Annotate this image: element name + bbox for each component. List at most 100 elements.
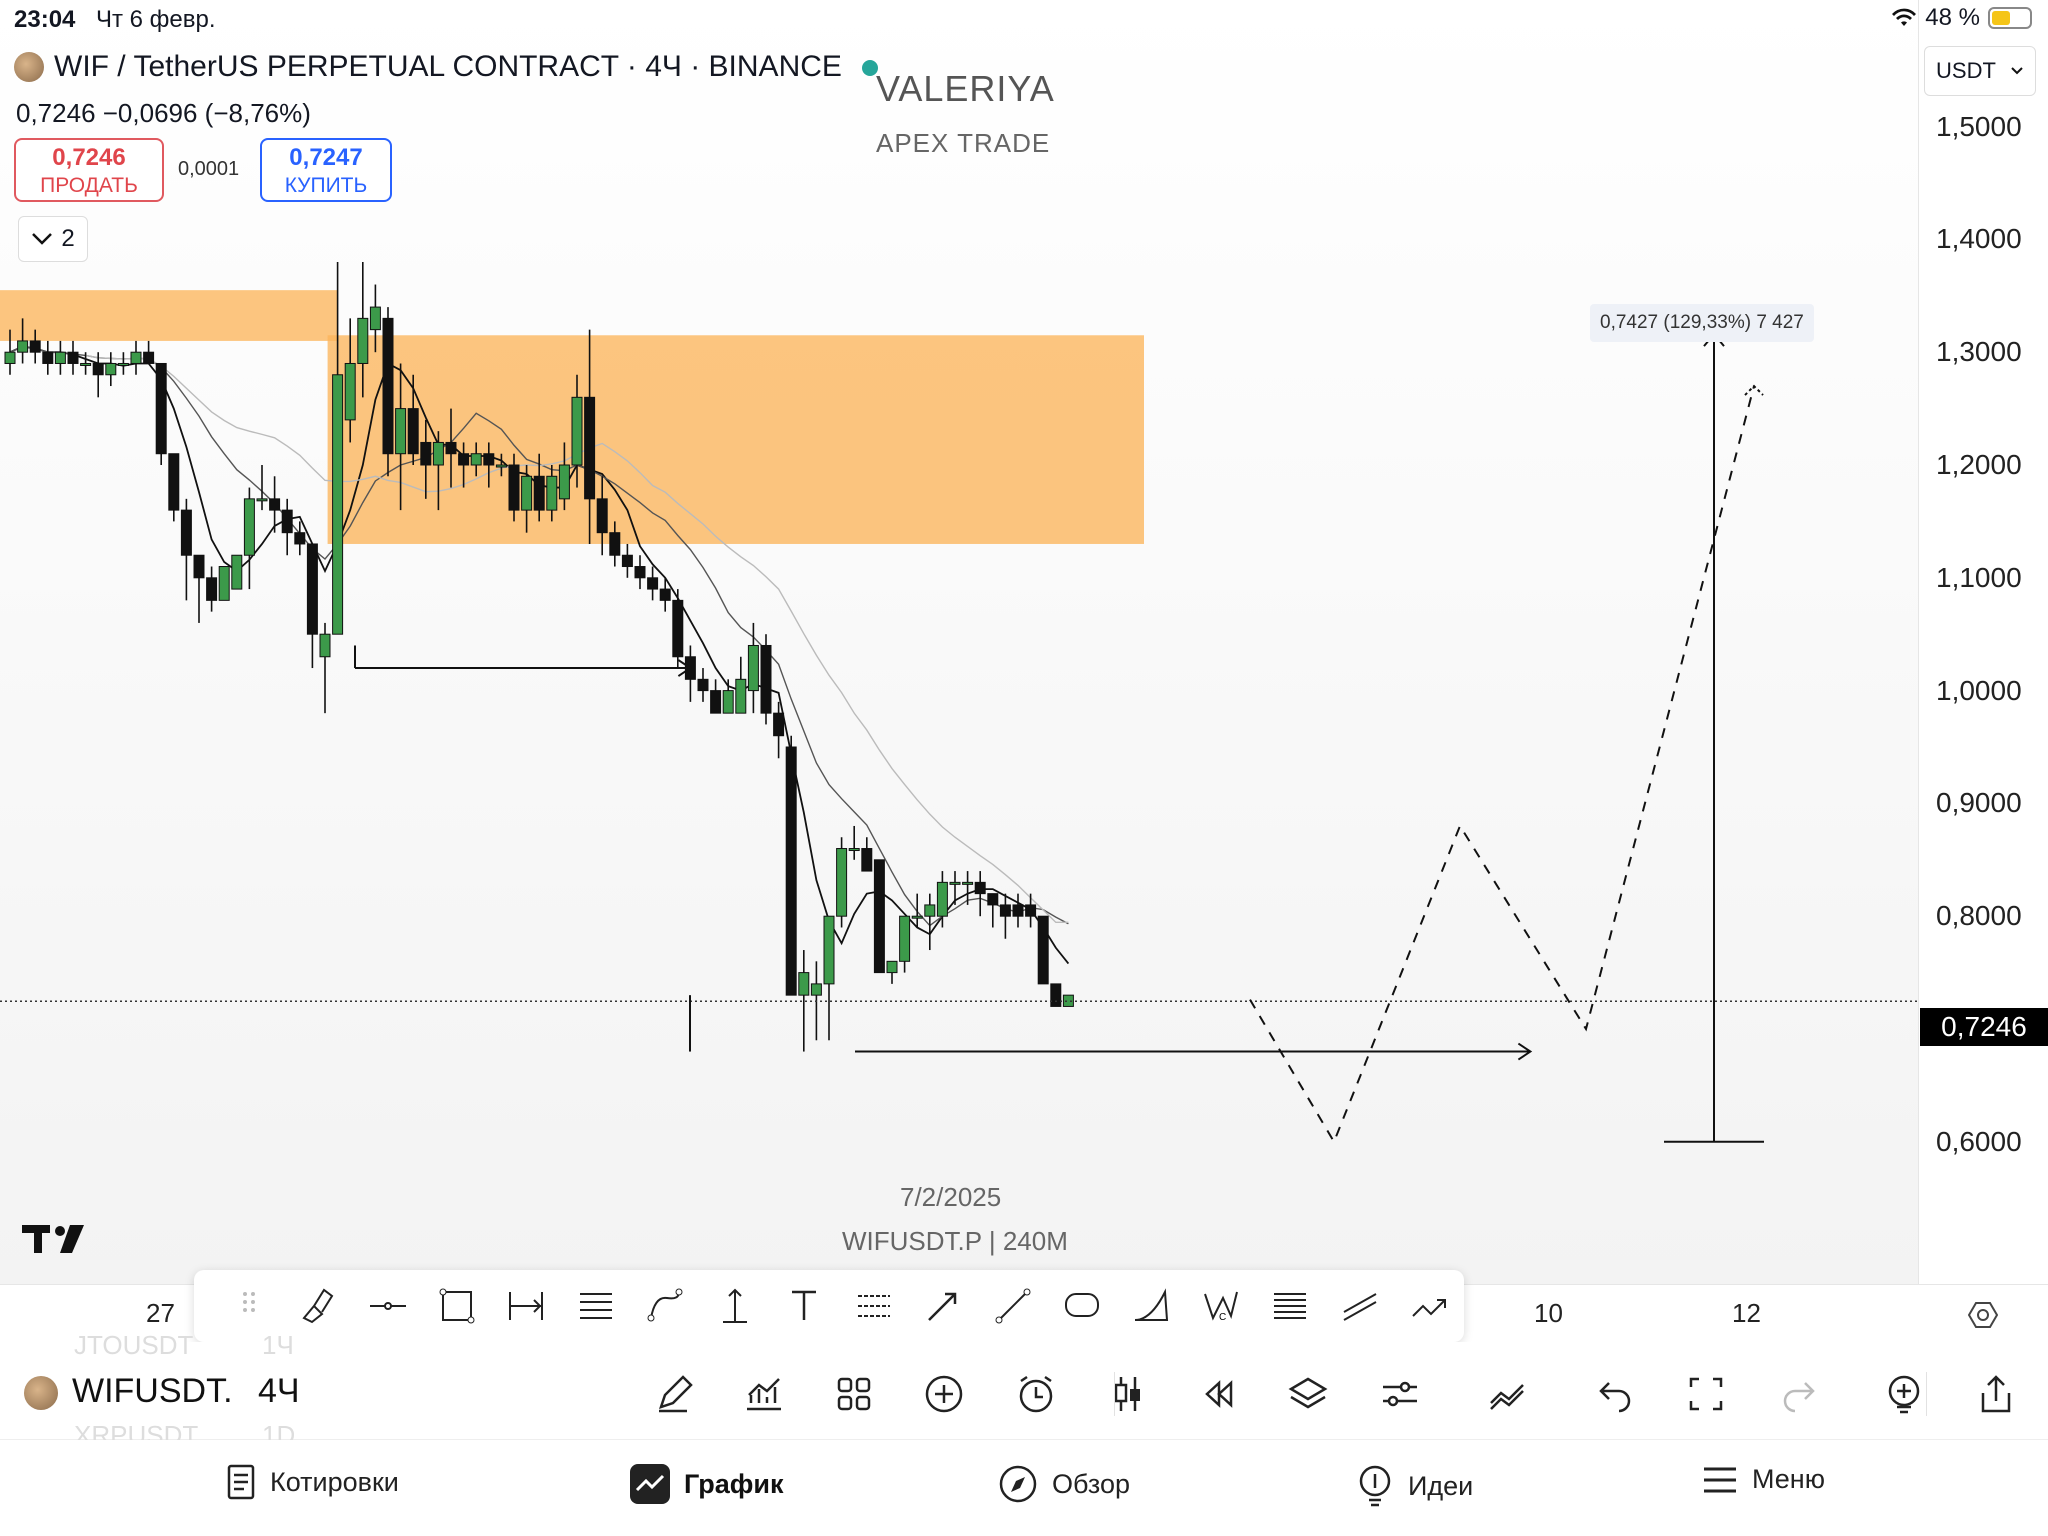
candle-body <box>621 554 633 568</box>
buy-button[interactable]: 0,7247 КУПИТЬ <box>260 138 392 202</box>
pitchfork-icon[interactable] <box>839 1276 908 1336</box>
compare-icon[interactable] <box>1478 1364 1538 1424</box>
coin-logo-icon <box>24 1376 58 1410</box>
draw-tool-icon[interactable] <box>644 1364 704 1424</box>
nav-ideas[interactable]: Идеи <box>1356 1464 1473 1508</box>
text-icon[interactable] <box>770 1276 839 1336</box>
battery-icon <box>1988 7 2032 29</box>
price-axis[interactable] <box>1918 0 2048 1284</box>
indicators-icon[interactable] <box>734 1364 794 1424</box>
symbol-title[interactable]: WIF / TetherUS PERPETUAL CONTRACT · 4Ч ·… <box>14 50 842 84</box>
drag-handle-icon[interactable] <box>214 1276 283 1336</box>
fib-retracement-icon[interactable] <box>561 1276 630 1336</box>
fullscreen-icon[interactable] <box>1676 1364 1736 1424</box>
add-alert-icon[interactable] <box>1874 1364 1934 1424</box>
status-date: Чт 6 февр. <box>96 6 216 33</box>
date-range-icon[interactable] <box>492 1276 561 1336</box>
candle-body <box>67 351 79 364</box>
candle-body <box>168 453 180 511</box>
parallel-channel-icon[interactable] <box>1256 1276 1325 1336</box>
candle-body <box>987 893 999 906</box>
horizontal-line-icon[interactable] <box>353 1276 422 1336</box>
candle-body <box>735 678 747 714</box>
arrow-icon[interactable] <box>908 1276 977 1336</box>
nav-quotes[interactable]: Котировки <box>226 1464 399 1500</box>
candle-body <box>924 904 936 917</box>
candle-body <box>17 340 29 353</box>
candle-body <box>899 915 911 962</box>
tradingview-logo-icon <box>22 1225 84 1253</box>
price-range-icon[interactable] <box>700 1276 769 1336</box>
rectangle-icon[interactable] <box>422 1276 491 1336</box>
candle-body <box>420 441 432 466</box>
candle-body <box>395 408 407 455</box>
tradingview-logo[interactable] <box>22 1220 102 1265</box>
chart-type-candles-icon[interactable] <box>1098 1364 1158 1424</box>
forecast-icon[interactable] <box>1394 1276 1463 1336</box>
candle-body <box>495 464 507 468</box>
indicators-collapse-button[interactable]: 2 <box>18 216 88 262</box>
trend-line-icon[interactable] <box>978 1276 1047 1336</box>
candle-body <box>54 351 66 364</box>
candle-body <box>117 362 129 366</box>
candle-body <box>747 644 759 692</box>
candle-body <box>105 362 117 376</box>
nav-overview-label: Обзор <box>1052 1468 1130 1499</box>
ghost-symbol-above: JTOUSDT <box>74 1330 194 1360</box>
candle-body <box>432 441 444 466</box>
candle-body <box>785 746 797 996</box>
sell-price: 0,7246 <box>52 144 126 171</box>
currency-select[interactable]: USDT <box>1924 46 2036 96</box>
y-tick: 1,0000 <box>1936 674 2022 706</box>
replay-icon[interactable] <box>1188 1364 1248 1424</box>
regression-icon[interactable] <box>1325 1276 1394 1336</box>
settings-sliders-icon[interactable] <box>1370 1364 1430 1424</box>
status-time: 23:04 <box>14 6 76 33</box>
symbol-selector[interactable]: WIFUSDT. <box>72 1372 233 1411</box>
candle-body <box>218 566 230 601</box>
candle-body <box>710 690 722 714</box>
last-price-label: 0,7246 <box>1920 1008 2048 1046</box>
candle-body <box>521 475 533 511</box>
svg-text:C: C <box>1219 1312 1226 1323</box>
callout-icon[interactable] <box>1047 1276 1116 1336</box>
brush-icon[interactable] <box>283 1276 352 1336</box>
sell-button[interactable]: 0,7246 ПРОДАТЬ <box>14 138 164 202</box>
alert-clock-icon[interactable] <box>1006 1364 1066 1424</box>
nav-menu-label: Меню <box>1752 1464 1825 1494</box>
candle-body <box>382 317 394 455</box>
layers-icon[interactable] <box>1278 1364 1338 1424</box>
settings-gear-icon[interactable] <box>1967 1300 1999 1335</box>
candle-body <box>155 362 167 455</box>
xabcd-pattern-icon[interactable]: C <box>1186 1276 1255 1336</box>
battery-indicator: 48 % <box>1891 4 2032 32</box>
undo-icon[interactable] <box>1586 1364 1646 1424</box>
toolbar-divider <box>1114 1372 1115 1416</box>
y-tick: 1,1000 <box>1936 561 2022 593</box>
redo-icon[interactable] <box>1768 1364 1828 1424</box>
candle-body <box>647 577 659 590</box>
nav-menu[interactable]: Меню <box>1702 1464 1825 1495</box>
share-icon[interactable] <box>1966 1364 2026 1424</box>
layout-grid-icon[interactable] <box>824 1364 884 1424</box>
add-symbol-icon[interactable] <box>914 1364 974 1424</box>
y-tick: 1,5000 <box>1936 110 2022 142</box>
compass-icon <box>999 1465 1037 1503</box>
path-icon[interactable] <box>631 1276 700 1336</box>
candle-body <box>974 881 986 895</box>
measure-label: 0,7427 (129,33%) 7 427 <box>1590 304 1814 342</box>
candle-body <box>369 306 381 331</box>
nav-chart[interactable]: График <box>630 1464 784 1504</box>
price-change: 0,7246 −0,0696 (−8,76%) <box>16 98 311 128</box>
nav-overview[interactable]: Обзор <box>998 1464 1130 1504</box>
candle-body <box>634 566 646 579</box>
candle-body <box>546 475 558 511</box>
indicator-count: 2 <box>61 225 75 252</box>
candle-body <box>407 408 419 455</box>
interval-selector[interactable]: 4Ч <box>258 1372 300 1411</box>
curve-icon[interactable] <box>1117 1276 1186 1336</box>
candle-body <box>1012 904 1024 917</box>
ghost-interval-above: 1Ч <box>262 1330 294 1360</box>
supply-zone <box>0 290 338 341</box>
y-tick: 0,8000 <box>1936 900 2022 932</box>
